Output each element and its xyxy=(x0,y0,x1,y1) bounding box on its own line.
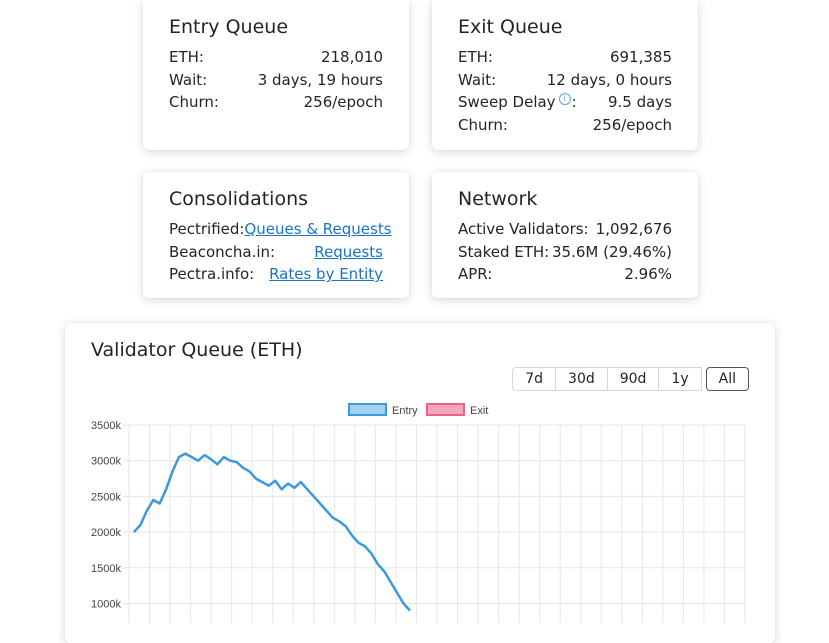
info-icon[interactable]: i xyxy=(558,93,571,105)
validator-queue-chart[interactable]: 3500k 3000k 2500k 2000k 1500k 1000k Entry Exit xyxy=(65,323,775,623)
exit-sweep-delay-row: Sweep Delay i: 9.5 days xyxy=(458,91,672,114)
legend-swatch-exit xyxy=(426,403,465,416)
entry-churn-label: Churn: xyxy=(169,93,219,111)
exit-wait-label: Wait: xyxy=(458,70,497,89)
entry-queue-title: Entry Queue xyxy=(169,16,289,38)
exit-queue-title: Exit Queue xyxy=(458,16,563,38)
sweep-delay-label: Sweep Delay xyxy=(458,93,556,111)
active-validators-value: 1,092,676 xyxy=(595,220,672,238)
active-validators-label: Active Validators: xyxy=(458,220,589,238)
y-tick-label: 2500k xyxy=(91,491,121,503)
y-tick-label: 1000k xyxy=(91,599,121,611)
entry-eth-label: ETH: xyxy=(169,48,204,66)
staked-eth-label: Staked ETH: xyxy=(458,242,550,261)
beaconchain-label: Beaconcha.in: xyxy=(169,242,276,261)
exit-wait-value: 12 days, 0 hours xyxy=(546,70,672,89)
staked-eth-value: 35.6M (29.46%) xyxy=(551,242,672,261)
staked-eth-row: Staked ETH: 35.6M (29.46%) xyxy=(458,241,672,264)
sweep-delay-value: 9.5 days xyxy=(607,93,672,111)
sweep-delay-label-group: Sweep Delay i: xyxy=(458,91,577,114)
pectra-info-row: Pectra.info: Rates by Entity xyxy=(169,263,383,286)
consolidations-title: Consolidations xyxy=(169,188,309,210)
validator-queue-chart-card: Validator Queue (ETH) 7d 30d 90d 1y All … xyxy=(65,323,775,643)
y-tick-label: 1500k xyxy=(91,563,121,575)
entry-churn-row: Churn: 256/epoch xyxy=(169,91,383,114)
network-title: Network xyxy=(458,188,538,210)
legend-swatch-entry xyxy=(348,403,387,416)
pectrified-label: Pectrified: xyxy=(169,220,245,238)
y-tick-label: 3500k xyxy=(91,420,121,432)
legend-label-exit: Exit xyxy=(470,405,488,417)
entry-wait-label: Wait: xyxy=(169,70,208,89)
exit-queue-card: Exit Queue ETH: 691,385 Wait: 12 days, 0… xyxy=(432,0,698,150)
network-card: Network Active Validators: 1,092,676 Sta… xyxy=(432,172,698,298)
y-tick-label: 3000k xyxy=(91,456,121,468)
entry-eth-value: 218,010 xyxy=(320,48,383,66)
exit-eth-value: 691,385 xyxy=(609,48,672,66)
apr-row: APR: 2.96% xyxy=(458,263,672,286)
exit-eth-label: ETH: xyxy=(458,48,493,66)
exit-churn-value: 256/epoch xyxy=(592,115,672,134)
rates-by-entity-link[interactable]: Rates by Entity xyxy=(269,263,383,286)
y-tick-label: 2000k xyxy=(91,527,121,539)
exit-churn-row: Churn: 256/epoch xyxy=(458,114,672,137)
entry-wait-row: Wait: 3 days, 19 hours xyxy=(169,69,383,92)
queues-requests-link[interactable]: Queues & Requests xyxy=(244,218,391,241)
entry-queue-card: Entry Queue ETH: 218,010 Wait: 3 days, 1… xyxy=(143,0,409,150)
entry-eth-row: ETH: 218,010 xyxy=(169,46,383,69)
beaconchain-row: Beaconcha.in: Requests xyxy=(169,241,383,264)
exit-wait-row: Wait: 12 days, 0 hours xyxy=(458,69,672,92)
consolidations-card: Consolidations Pectrified: Queues & Requ… xyxy=(143,172,409,298)
apr-label: APR: xyxy=(458,265,493,283)
requests-link[interactable]: Requests xyxy=(314,241,383,264)
exit-eth-row: ETH: 691,385 xyxy=(458,46,672,69)
exit-churn-label: Churn: xyxy=(458,115,508,134)
entry-churn-value: 256/epoch xyxy=(303,93,383,111)
pectrified-row: Pectrified: Queues & Requests xyxy=(169,218,392,241)
sweep-delay-colon: : xyxy=(571,93,577,111)
active-validators-row: Active Validators: 1,092,676 xyxy=(458,218,672,241)
entry-wait-value: 3 days, 19 hours xyxy=(257,70,383,89)
legend-label-entry: Entry xyxy=(392,405,418,417)
apr-value: 2.96% xyxy=(624,265,672,283)
pectra-info-label: Pectra.info: xyxy=(169,265,255,283)
